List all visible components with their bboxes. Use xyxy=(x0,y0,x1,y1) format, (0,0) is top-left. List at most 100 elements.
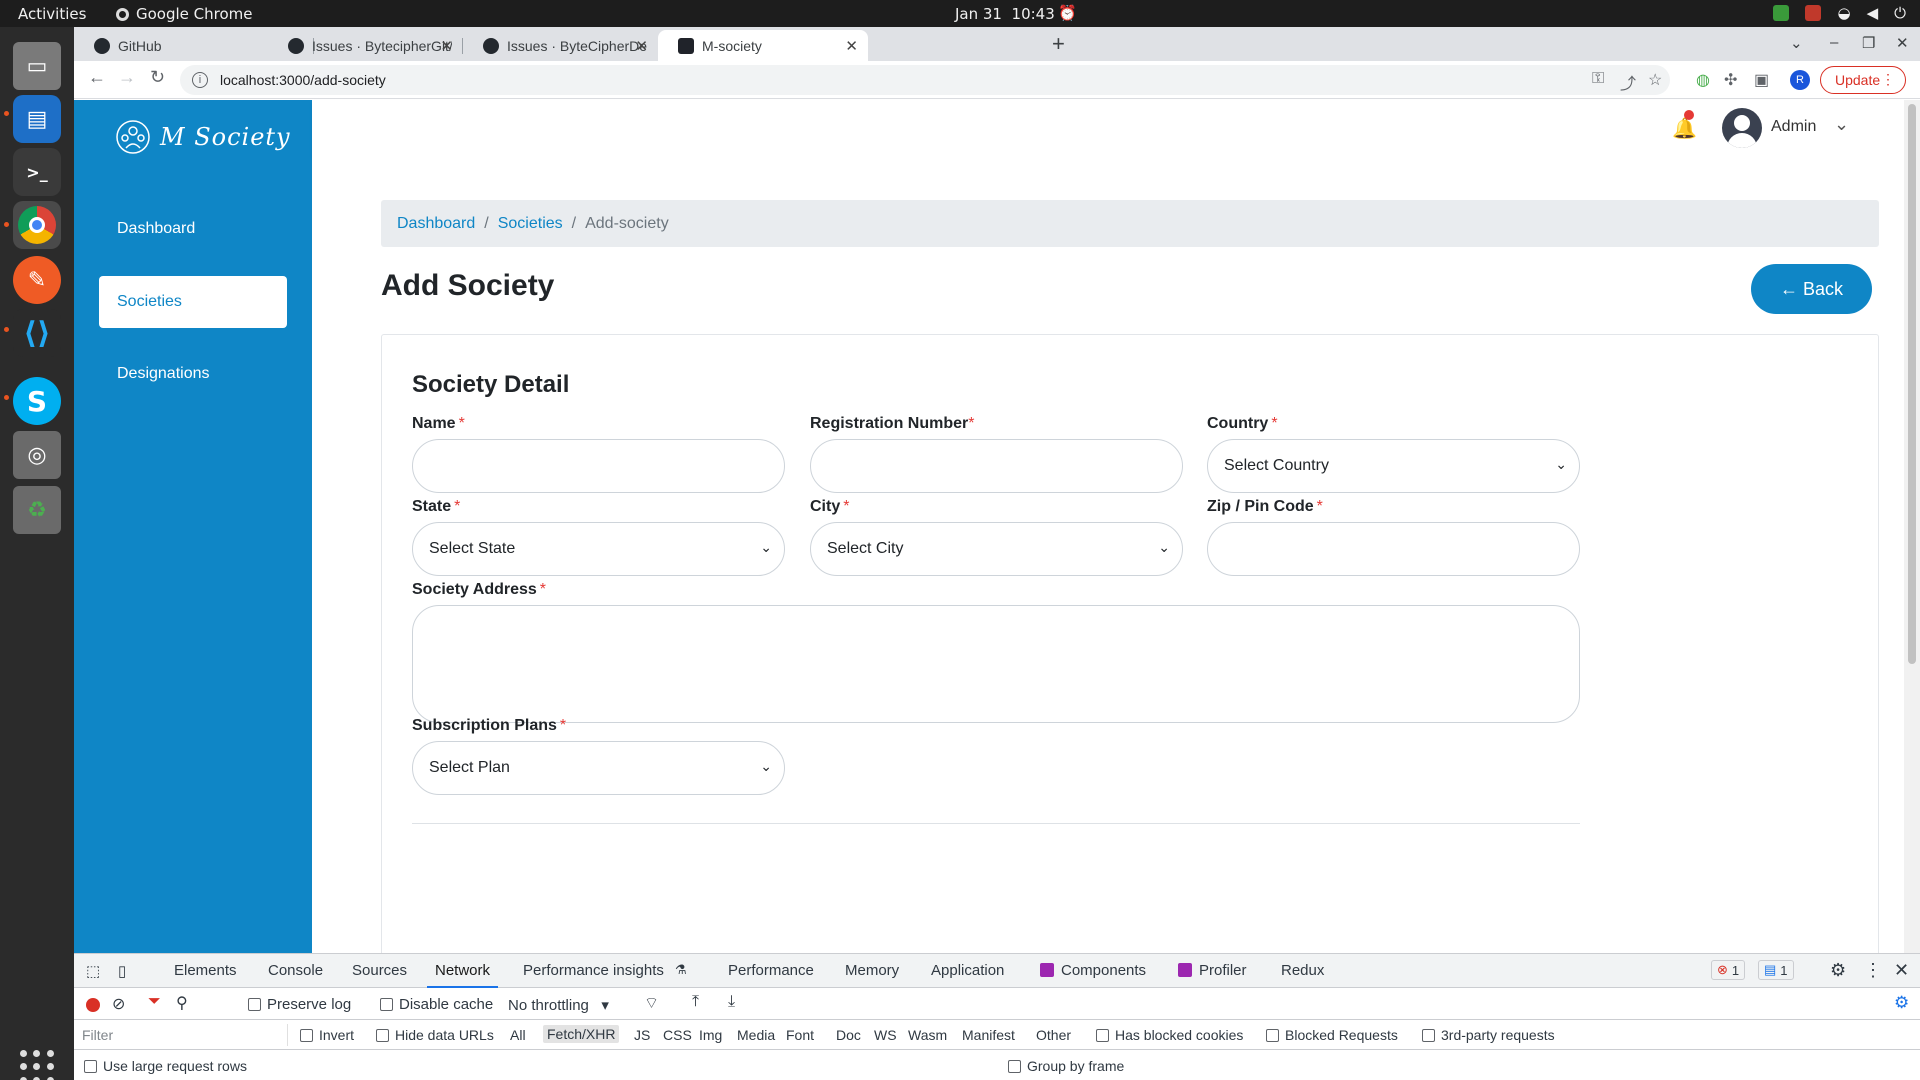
site-info-icon[interactable]: i xyxy=(192,72,208,88)
skype-icon[interactable]: S xyxy=(13,377,61,425)
chevron-down-icon[interactable]: ⌄ xyxy=(1834,114,1849,135)
tab-memory[interactable]: Memory xyxy=(845,962,899,979)
page-scrollbar[interactable] xyxy=(1904,100,1920,953)
settings-gear-icon[interactable]: ⚙ xyxy=(1830,960,1846,981)
record-tray-icon[interactable] xyxy=(1805,5,1822,21)
reload-icon[interactable]: ↻ xyxy=(150,67,165,88)
filter-icon[interactable]: ⏷ xyxy=(148,993,161,1011)
clock[interactable]: Jan 31 10:43 xyxy=(955,5,1055,23)
close-devtools-icon[interactable]: ✕ xyxy=(1894,960,1909,981)
tab-application[interactable]: Application xyxy=(931,962,1004,979)
filter-fetch-xhr[interactable]: Fetch/XHR xyxy=(543,1025,620,1043)
message-count-badge[interactable]: ▤ 1 xyxy=(1758,960,1794,980)
profile-avatar[interactable]: R xyxy=(1790,70,1810,90)
disc-icon[interactable]: ◎ xyxy=(13,431,61,479)
filter-manifest[interactable]: Manifest xyxy=(962,1027,1015,1043)
activities-button[interactable]: Activities xyxy=(18,5,86,23)
key-icon[interactable]: ⚿ xyxy=(1592,70,1604,88)
chrome-dock-icon[interactable] xyxy=(13,201,61,249)
filter-all[interactable]: All xyxy=(510,1027,526,1043)
filter-img[interactable]: Img xyxy=(699,1027,722,1043)
city-select[interactable]: Select City ⌄ xyxy=(810,522,1183,576)
tab-network[interactable]: Network xyxy=(426,962,499,988)
disable-cache-checkbox[interactable]: Disable cache xyxy=(380,996,493,1013)
more-options-icon[interactable]: ⋮ xyxy=(1864,960,1882,981)
tab-m-society[interactable]: M-society ✕ xyxy=(658,30,868,61)
blocked-cookies-checkbox[interactable]: Has blocked cookies xyxy=(1096,1027,1243,1043)
tab-redux[interactable]: Redux xyxy=(1281,962,1324,979)
import-har-icon[interactable]: ⤒ xyxy=(692,993,699,1011)
error-count-badge[interactable]: ⊗ 1 xyxy=(1711,960,1746,980)
avatar[interactable] xyxy=(1722,108,1762,148)
notification-bell-icon[interactable]: 🔔 xyxy=(1672,110,1697,141)
tab-components[interactable]: Components xyxy=(1061,962,1146,979)
invert-checkbox[interactable]: Invert xyxy=(300,1027,354,1043)
registration-number-input[interactable] xyxy=(810,439,1183,493)
system-tray[interactable]: ◒ ◀ ⏻ xyxy=(1773,4,1906,22)
terminal-icon[interactable]: >_ xyxy=(13,148,61,196)
breadcrumb-dashboard[interactable]: Dashboard xyxy=(397,215,475,233)
country-select[interactable]: Select Country ⌄ xyxy=(1207,439,1580,493)
forward-arrow-icon[interactable]: → xyxy=(118,67,136,88)
name-input[interactable] xyxy=(412,439,785,493)
app-menu[interactable]: Google Chrome xyxy=(116,5,253,23)
tab-elements[interactable]: Elements xyxy=(174,962,237,979)
close-icon[interactable]: ✕ xyxy=(635,37,648,55)
filter-js[interactable]: JS xyxy=(634,1027,650,1043)
filter-ws[interactable]: WS xyxy=(874,1027,897,1043)
writer-icon[interactable]: ▤ xyxy=(13,95,61,143)
tab-console[interactable]: Console xyxy=(268,962,323,979)
close-window-button[interactable]: ✕ xyxy=(1896,34,1909,52)
tab-issues-1[interactable]: Issues · BytecipherGit/M-S ✕ xyxy=(268,30,463,61)
maximize-button[interactable]: ❐ xyxy=(1862,34,1875,52)
filter-doc[interactable]: Doc xyxy=(836,1027,861,1043)
extension-icon[interactable]: ◍ xyxy=(1696,70,1710,90)
user-name[interactable]: Admin xyxy=(1771,118,1816,136)
record-icon[interactable] xyxy=(86,998,100,1012)
subscription-plan-select[interactable]: Select Plan ⌄ xyxy=(412,741,785,795)
filter-css[interactable]: CSS xyxy=(663,1027,692,1043)
sidebar-item-designations[interactable]: Designations xyxy=(99,348,287,400)
third-party-checkbox[interactable]: 3rd-party requests xyxy=(1422,1027,1555,1043)
device-toolbar-icon[interactable]: ▯ xyxy=(118,962,126,980)
scrollbar-thumb[interactable] xyxy=(1908,104,1916,664)
inspect-element-icon[interactable]: ⬚ xyxy=(86,962,100,980)
tab-performance-insights[interactable]: Performance insights xyxy=(523,962,664,979)
filter-media[interactable]: Media xyxy=(737,1027,775,1043)
society-address-textarea[interactable] xyxy=(412,605,1580,723)
clear-icon[interactable]: ⊘ xyxy=(112,994,125,1014)
large-rows-checkbox[interactable]: Use large request rows xyxy=(84,1058,247,1074)
zip-code-input[interactable] xyxy=(1207,522,1580,576)
group-by-frame-checkbox[interactable]: Group by frame xyxy=(1008,1058,1124,1074)
preserve-log-checkbox[interactable]: Preserve log xyxy=(248,996,351,1013)
network-conditions-icon[interactable]: ⌔ xyxy=(644,993,659,1013)
postman-icon[interactable]: ✎ xyxy=(13,256,61,304)
hide-data-urls-checkbox[interactable]: Hide data URLs xyxy=(376,1027,494,1043)
vscode-icon[interactable]: ⟨⟩ xyxy=(13,309,61,357)
show-apps-icon[interactable] xyxy=(20,1050,54,1080)
throttling-select[interactable]: No throttling ▾ xyxy=(508,996,609,1014)
update-button[interactable]: Update ⋮ xyxy=(1820,66,1906,94)
address-bar[interactable]: i localhost:3000/add-society xyxy=(180,65,1670,95)
close-icon[interactable]: ✕ xyxy=(845,37,858,55)
files-icon[interactable]: ▭ xyxy=(13,42,61,90)
blocked-requests-checkbox[interactable]: Blocked Requests xyxy=(1266,1027,1398,1043)
back-button[interactable]: ← Back xyxy=(1751,264,1872,314)
filter-input[interactable]: Filter xyxy=(78,1024,288,1046)
tab-issues-2[interactable]: Issues · ByteCipherDev/M ✕ xyxy=(463,30,658,61)
sidebar-item-societies[interactable]: Societies xyxy=(99,276,287,328)
sidebar-item-dashboard[interactable]: Dashboard xyxy=(99,203,287,255)
filter-other[interactable]: Other xyxy=(1036,1027,1071,1043)
new-tab-button[interactable]: + xyxy=(1052,31,1065,57)
filter-font[interactable]: Font xyxy=(786,1027,814,1043)
update-tray-icon[interactable] xyxy=(1773,5,1790,21)
trash-icon[interactable]: ♻ xyxy=(13,486,61,534)
minimize-button[interactable]: – xyxy=(1830,34,1838,51)
puzzle-icon[interactable]: ✣ xyxy=(1724,70,1737,90)
side-panel-icon[interactable]: ▣ xyxy=(1754,70,1769,90)
state-select[interactable]: Select State ⌄ xyxy=(412,522,785,576)
back-arrow-icon[interactable]: ← xyxy=(88,67,106,88)
filter-wasm[interactable]: Wasm xyxy=(908,1027,947,1043)
network-settings-icon[interactable]: ⚙ xyxy=(1894,993,1909,1013)
export-har-icon[interactable]: ⤓ xyxy=(728,993,735,1011)
